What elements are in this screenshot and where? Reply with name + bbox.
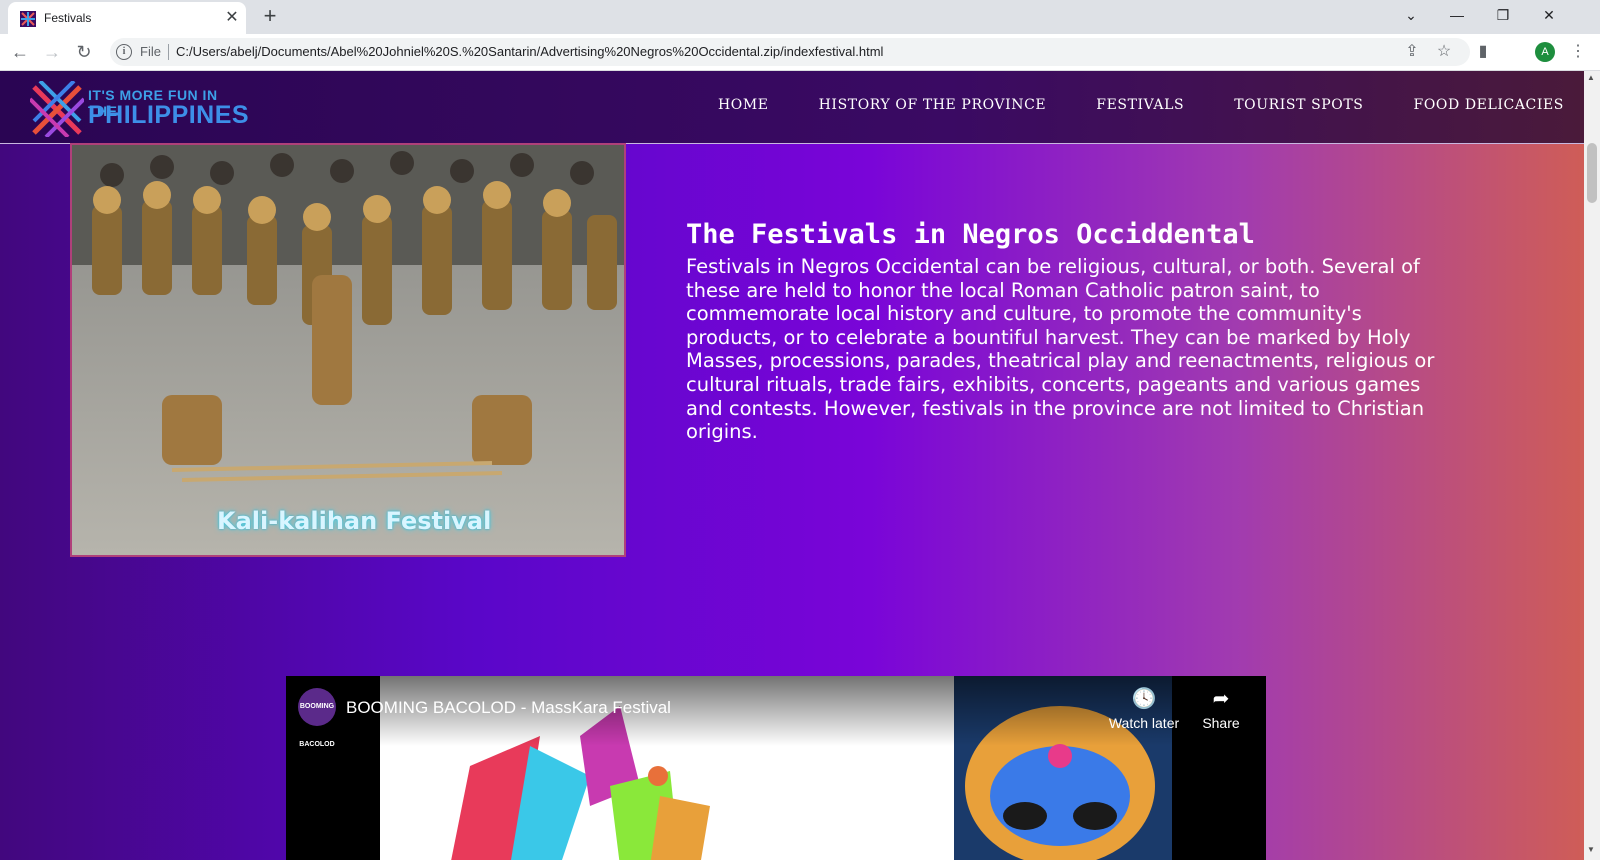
site-info-icon[interactable]: i bbox=[116, 44, 132, 60]
embedded-video[interactable]: BOOMING BACOLOD BOOMING BACOLOD - MassKa… bbox=[286, 676, 1266, 860]
scroll-up-icon[interactable]: ▲ bbox=[1587, 73, 1595, 82]
watch-later-label: Watch later bbox=[1108, 715, 1180, 731]
url-text[interactable]: C:/Users/abelj/Documents/Abel%20Johniel%… bbox=[176, 44, 883, 59]
reload-icon[interactable]: ↻ bbox=[72, 40, 96, 64]
festival-photo: Kali-kalihan Festival bbox=[70, 143, 626, 557]
video-share-button[interactable]: ➦ Share bbox=[1194, 686, 1248, 731]
intro-paragraph: Festivals in Negros Occidental can be re… bbox=[686, 255, 1435, 444]
minimize-icon[interactable]: — bbox=[1434, 0, 1480, 30]
side-panel-icon[interactable]: ▮ bbox=[1471, 40, 1495, 64]
tab-close-icon[interactable]: ✕ bbox=[222, 8, 242, 28]
restore-icon[interactable]: ❐ bbox=[1480, 0, 1526, 30]
site-header: IT'S MORE FUN IN THE PHILIPPINES HOME HI… bbox=[0, 71, 1584, 144]
share-arrow-icon: ➦ bbox=[1212, 688, 1230, 710]
new-tab-button[interactable]: + bbox=[258, 5, 282, 29]
back-icon[interactable]: ← bbox=[8, 40, 32, 64]
festival-photo-graphic bbox=[72, 145, 624, 555]
clock-icon: 🕓 bbox=[1131, 688, 1157, 710]
bookmark-star-icon[interactable]: ☆ bbox=[1432, 40, 1456, 64]
nav-tourist-spots[interactable]: TOURIST SPOTS bbox=[1234, 97, 1363, 113]
address-separator bbox=[168, 44, 169, 60]
forward-icon[interactable]: → bbox=[40, 40, 64, 64]
site-nav: HOME HISTORY OF THE PROVINCE FESTIVALS T… bbox=[668, 97, 1564, 113]
nav-festivals[interactable]: FESTIVALS bbox=[1096, 97, 1184, 113]
address-bar[interactable]: i File C:/Users/abelj/Documents/Abel%20J… bbox=[110, 38, 1470, 66]
video-title[interactable]: BOOMING BACOLOD - MassKara Festival bbox=[346, 698, 671, 718]
tab-title: Festivals bbox=[44, 11, 92, 25]
site-logo[interactable]: IT'S MORE FUN IN THE PHILIPPINES bbox=[30, 77, 249, 137]
file-scheme-label: File bbox=[140, 44, 161, 59]
page-viewport: IT'S MORE FUN IN THE PHILIPPINES HOME HI… bbox=[0, 71, 1584, 860]
close-window-icon[interactable]: ✕ bbox=[1526, 0, 1572, 30]
channel-avatar[interactable]: BOOMING BACOLOD bbox=[298, 688, 336, 748]
profile-avatar[interactable]: A bbox=[1535, 42, 1555, 62]
browser-toolbar: ← → ↻ i File C:/Users/abelj/Documents/Ab… bbox=[0, 34, 1600, 71]
video-share-label: Share bbox=[1202, 715, 1240, 731]
nav-food-delicacies[interactable]: FOOD DELICACIES bbox=[1414, 97, 1565, 113]
watch-later-button[interactable]: 🕓 Watch later bbox=[1106, 686, 1182, 731]
tab-strip: Festivals ✕ + ⌄ — ❐ ✕ bbox=[0, 0, 1600, 34]
photo-caption: Kali-kalihan Festival bbox=[217, 507, 492, 535]
scrollbar-thumb[interactable] bbox=[1587, 143, 1597, 203]
menu-kebab-icon[interactable]: ⋮ bbox=[1568, 40, 1588, 64]
logo-weave-icon bbox=[30, 81, 84, 137]
tab-search-icon[interactable]: ⌄ bbox=[1388, 0, 1434, 30]
page-title: The Festivals in Negros Occiddental bbox=[686, 219, 1255, 250]
logo-wordmark: PHILIPPINES bbox=[88, 101, 250, 129]
share-icon[interactable]: ⇪ bbox=[1400, 40, 1424, 64]
tab-festivals[interactable]: Festivals ✕ bbox=[8, 2, 246, 34]
nav-home[interactable]: HOME bbox=[718, 97, 769, 113]
page-scrollbar[interactable]: ▲ ▼ bbox=[1584, 71, 1600, 860]
nav-history[interactable]: HISTORY OF THE PROVINCE bbox=[819, 97, 1047, 113]
scroll-down-icon[interactable]: ▼ bbox=[1587, 845, 1595, 854]
site-favicon-icon bbox=[20, 11, 36, 27]
